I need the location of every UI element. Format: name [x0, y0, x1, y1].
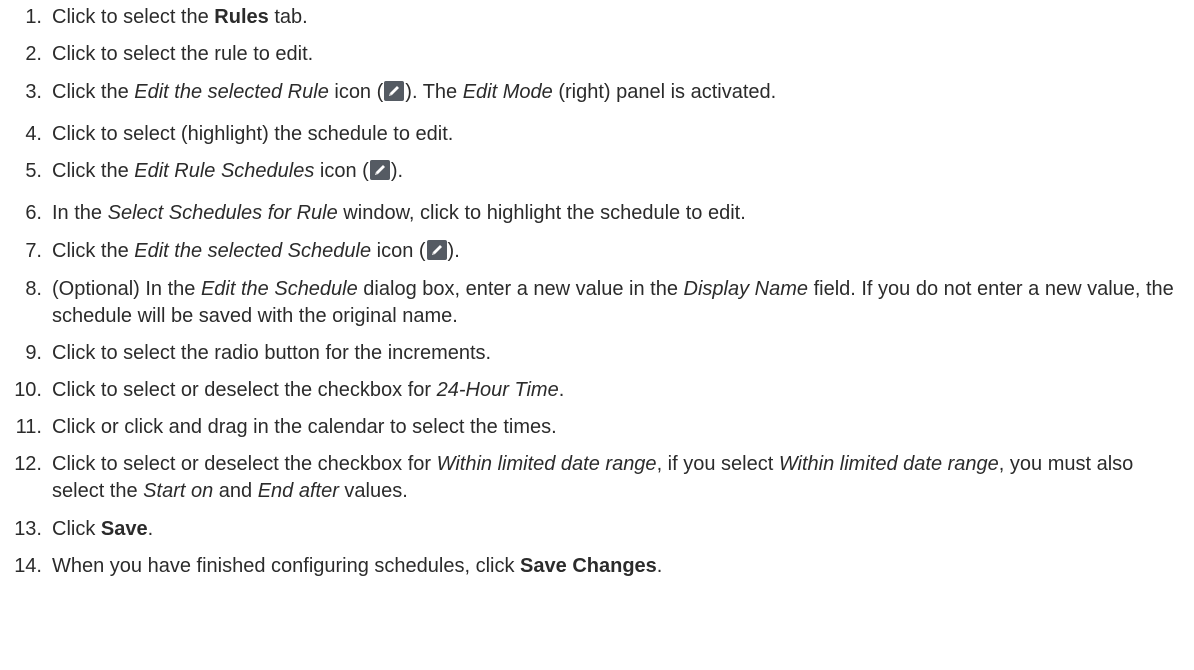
- step-item: 1. Click to select the Rules tab.: [0, 4, 1182, 31]
- italic-ui-term: Edit Rule Schedules: [134, 160, 315, 182]
- step-item: 3. Click the Edit the selected Rule icon …: [0, 79, 1182, 106]
- italic-ui-term: Edit Mode: [462, 81, 553, 103]
- step-text-segment: Click to select (highlight) the schedule…: [52, 123, 454, 145]
- step-text-segment: .: [558, 379, 565, 401]
- italic-ui-term: Edit the Schedule: [200, 278, 358, 300]
- italic-ui-term: Edit the selected Rule: [134, 81, 329, 103]
- step-number: 2.: [25, 43, 42, 65]
- step-text-segment: When you have finished configuring sched…: [52, 555, 521, 577]
- step-text-segment: Click the: [52, 160, 135, 182]
- step-number: 11.: [15, 416, 42, 438]
- step-text-segment: Click the: [52, 81, 135, 103]
- step-text-segment: .: [147, 518, 154, 540]
- step-number: 13.: [14, 518, 42, 540]
- step-text-segment: tab.: [268, 6, 308, 28]
- step-text: Click Save.: [52, 516, 1182, 543]
- italic-ui-term: Start on: [143, 480, 214, 502]
- pencil-edit-icon: [369, 160, 390, 180]
- step-item: 13. Click Save.: [0, 516, 1182, 543]
- step-text-segment: Click to select or deselect the checkbox…: [52, 453, 437, 475]
- step-text-segment: ).: [447, 240, 460, 262]
- step-text: Click to select or deselect the checkbox…: [52, 377, 1182, 404]
- italic-ui-term: Within limited date range: [778, 453, 999, 475]
- step-text-segment: Click the: [52, 240, 135, 262]
- step-item: 12. Click to select or deselect the check…: [0, 451, 1182, 505]
- step-text-segment: Click: [52, 518, 101, 540]
- step-text-segment: Click to select the rule to edit.: [52, 43, 314, 65]
- step-text-segment: ). The: [405, 81, 463, 103]
- step-text: Click to select the rule to edit.: [52, 41, 1182, 68]
- step-number: 5.: [25, 160, 42, 182]
- step-text-segment: ).: [390, 160, 404, 182]
- step-number: 7.: [25, 240, 42, 262]
- step-item: 7. Click the Edit the selected Schedule i…: [0, 238, 1182, 265]
- step-text-segment: icon (: [328, 81, 384, 103]
- step-text-segment: (right) panel is activated.: [552, 81, 777, 103]
- step-number: 6.: [25, 202, 42, 224]
- step-number: 10.: [14, 379, 42, 401]
- step-number: 12.: [14, 453, 42, 475]
- step-item: 4. Click to select (highlight) the schedu…: [0, 121, 1182, 148]
- pencil-edit-icon: [384, 81, 405, 101]
- pencil-edit-icon: [426, 240, 447, 260]
- step-text: Click to select or deselect the checkbox…: [52, 451, 1182, 505]
- step-text-segment: Click or click and drag in the calendar …: [52, 416, 557, 438]
- step-text-segment: values.: [338, 480, 408, 502]
- step-text-segment: .: [656, 555, 663, 577]
- step-text: Click to select (highlight) the schedule…: [52, 121, 1182, 148]
- step-number: 4.: [25, 123, 42, 145]
- step-text-segment: In the: [52, 202, 108, 224]
- step-number: 14.: [14, 555, 42, 577]
- step-text: Click to select the Rules tab.: [52, 4, 1182, 31]
- step-text: (Optional) In the Edit the Schedule dial…: [52, 276, 1182, 330]
- step-text: In the Select Schedules for Rule window,…: [52, 200, 1182, 227]
- step-text-segment: icon (: [314, 160, 369, 182]
- step-number: 1.: [25, 6, 42, 28]
- step-text: Click to select the radio button for the…: [52, 340, 1182, 367]
- step-item: 10. Click to select or deselect the check…: [0, 377, 1182, 404]
- step-text: Click the Edit Rule Schedules icon ().: [52, 158, 1182, 185]
- italic-ui-term: Select Schedules for Rule: [107, 202, 338, 224]
- step-text-segment: Click to select or deselect the checkbox…: [52, 379, 437, 401]
- step-text-segment: icon (: [371, 240, 426, 262]
- step-text-segment: dialog box, enter a new value in the: [357, 278, 684, 300]
- bold-ui-term: Save Changes: [520, 555, 657, 577]
- italic-ui-term: Within limited date range: [436, 453, 657, 475]
- step-item: 14. When you have finished configuring sc…: [0, 553, 1182, 580]
- step-text-segment: , if you select: [656, 453, 779, 475]
- step-item: 2. Click to select the rule to edit.: [0, 41, 1182, 68]
- step-item: 11. Click or click and drag in the calend…: [0, 414, 1182, 441]
- step-number: 8.: [25, 278, 42, 300]
- italic-ui-term: Edit the selected Schedule: [134, 240, 372, 262]
- step-text: Click the Edit the selected Schedule ico…: [52, 238, 1182, 265]
- step-text-segment: Click to select the: [52, 6, 215, 28]
- bold-ui-term: Rules: [214, 6, 269, 28]
- italic-ui-term: End after: [257, 480, 339, 502]
- step-text: Click the Edit the selected Rule icon ()…: [52, 79, 1182, 106]
- step-item: 9. Click to select the radio button for t…: [0, 340, 1182, 367]
- italic-ui-term: Display Name: [683, 278, 809, 300]
- step-item: 6. In the Select Schedules for Rule windo…: [0, 200, 1182, 227]
- step-item: 8. (Optional) In the Edit the Schedule di…: [0, 276, 1182, 330]
- bold-ui-term: Save: [100, 518, 148, 540]
- step-text: Click or click and drag in the calendar …: [52, 414, 1182, 441]
- step-number: 9.: [25, 342, 42, 364]
- step-number: 3.: [25, 81, 42, 103]
- step-item: 5. Click the Edit Rule Schedules icon ().: [0, 158, 1182, 185]
- step-text: When you have finished configuring sched…: [52, 553, 1182, 580]
- step-text-segment: and: [213, 480, 258, 502]
- step-text-segment: Click to select the radio button for the…: [52, 342, 492, 364]
- italic-ui-term: 24-Hour Time: [436, 379, 559, 401]
- step-text-segment: window, click to highlight the schedule …: [337, 202, 746, 224]
- step-text-segment: (Optional) In the: [52, 278, 201, 300]
